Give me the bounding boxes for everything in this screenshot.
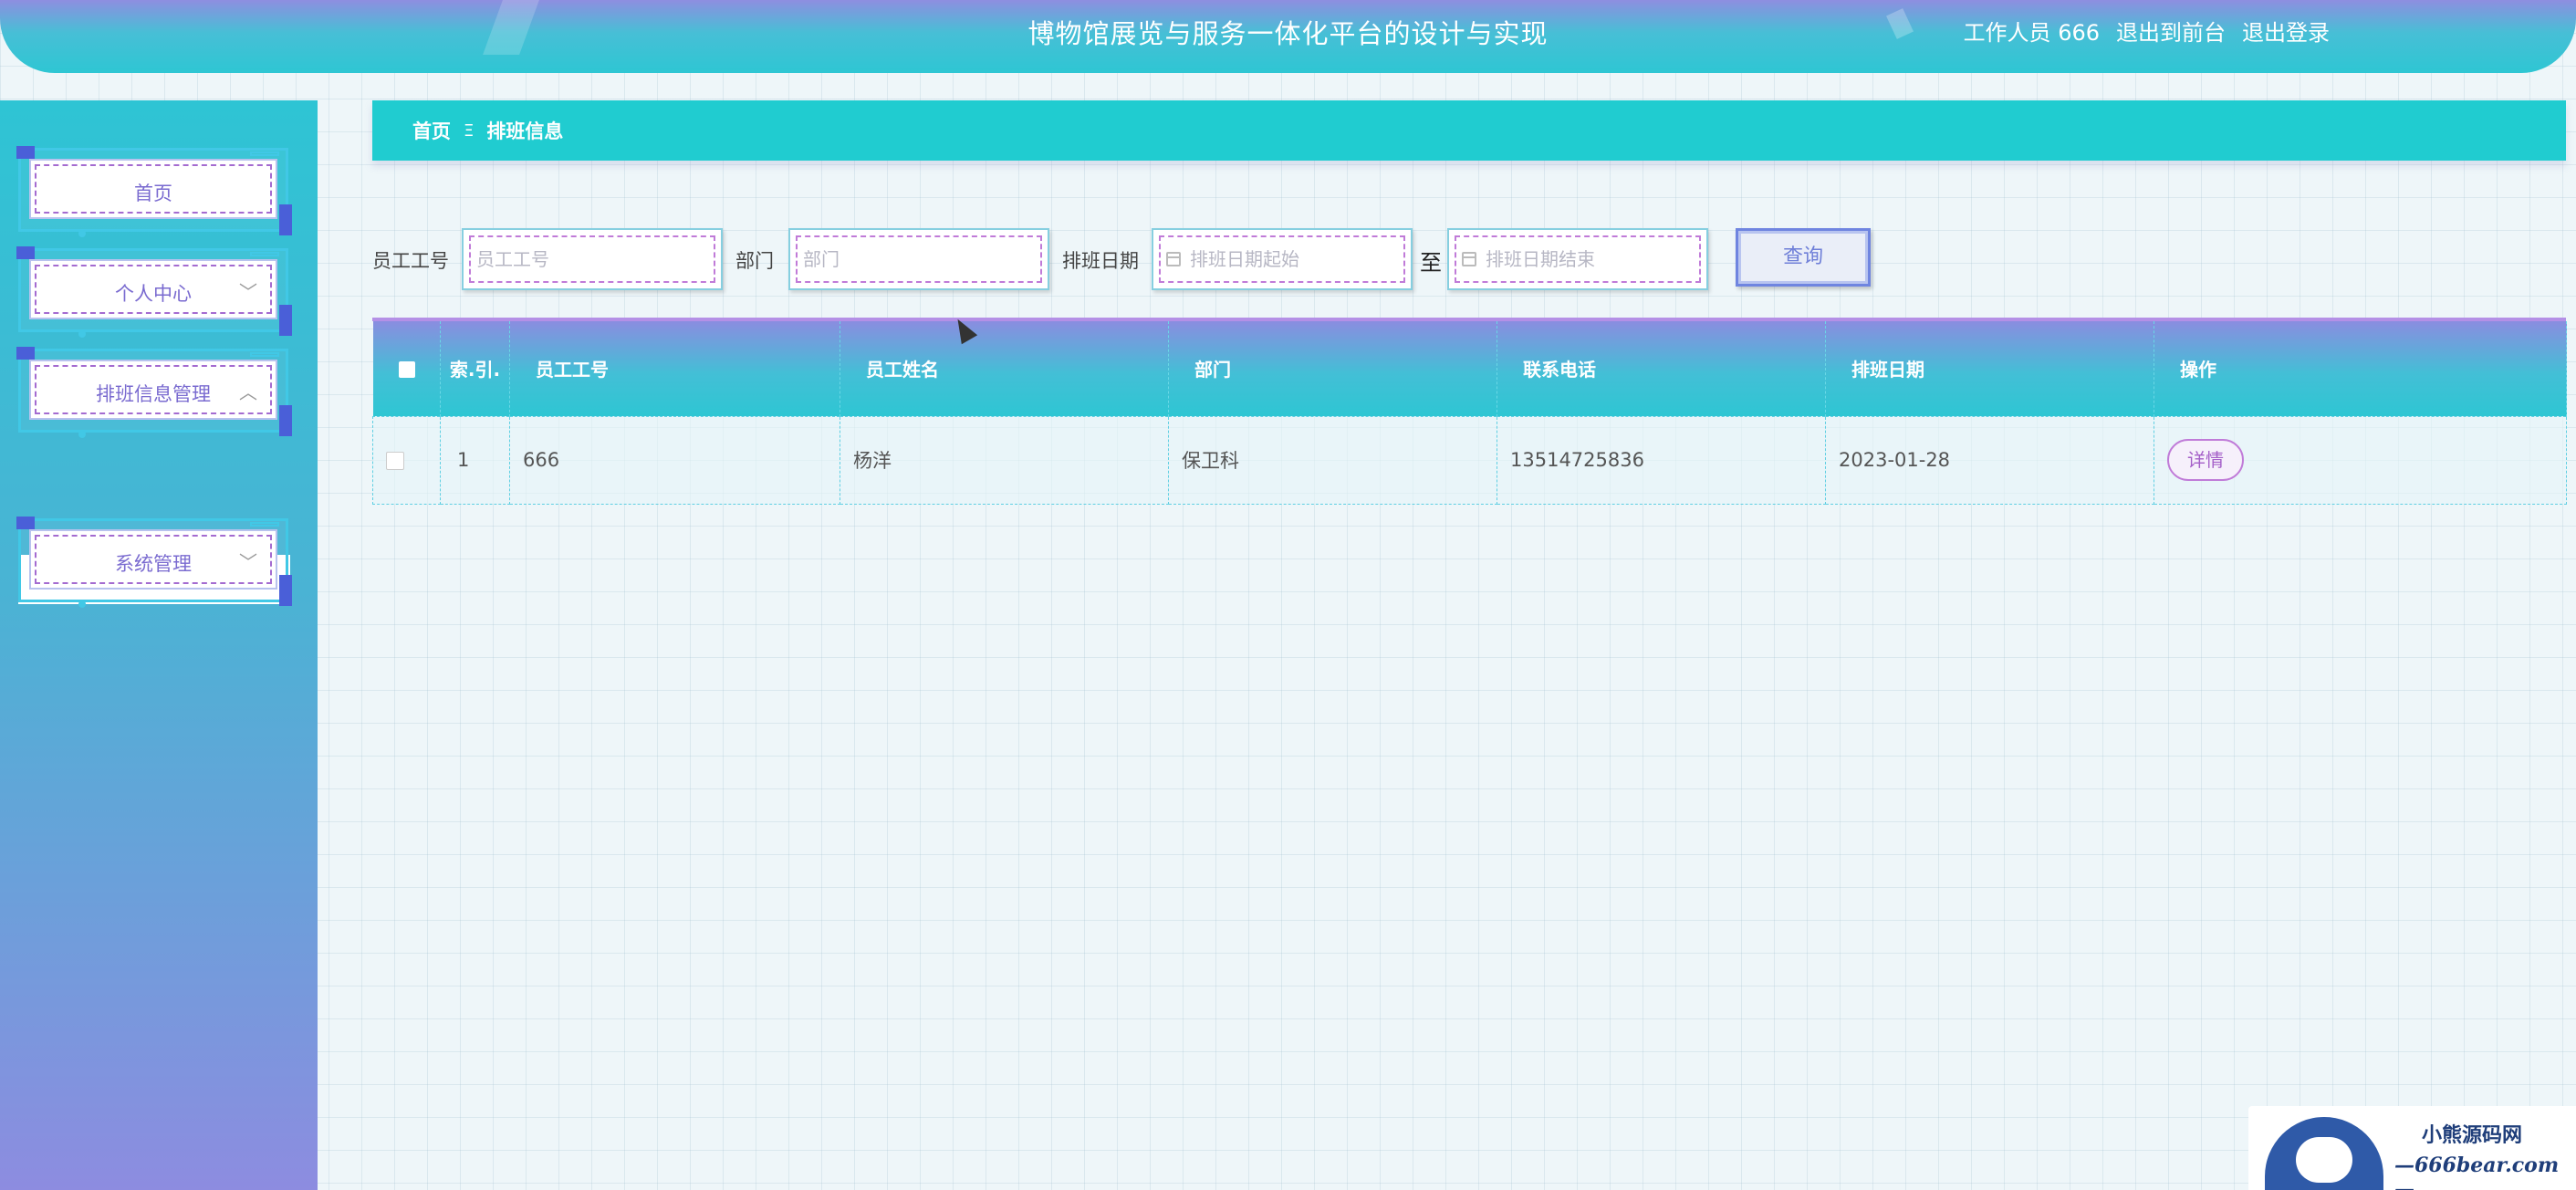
dept-field[interactable] [788, 228, 1049, 290]
watermark-title: 小熊源码网 [2422, 1123, 2523, 1147]
row-checkbox[interactable] [386, 452, 404, 470]
front-link[interactable]: 退出到前台 [2116, 15, 2226, 47]
watermark-logo: 小熊源码网 —666bear.com— [2248, 1106, 2576, 1190]
column-header: 联系电话 [1497, 321, 1826, 416]
dept-input[interactable] [803, 241, 1035, 277]
dept-cell: 保卫科 [1168, 415, 1497, 505]
sidebar: 首页 个人中心 ﹀ 排班信息管理 ︿ 排班信息 [0, 100, 318, 1190]
user-label: 工作人员 666 [1963, 20, 2100, 46]
employee-name-cell: 杨洋 [840, 415, 1169, 505]
table-row: 1 666 杨洋 保卫科 13514725836 2023-01-28 详情 [372, 415, 2567, 505]
row-select-cell[interactable] [372, 415, 441, 505]
date-end-field[interactable] [1447, 228, 1708, 290]
logout-link[interactable]: 退出登录 [2242, 15, 2330, 47]
top-header: 博物馆展览与服务一体化平台的设计与实现 工作人员 666 退出到前台 退出登录 [0, 0, 2576, 73]
column-header: 排班日期 [1825, 321, 2154, 416]
table-header-row: 索.引. 员工工号 员工姓名 部门 联系电话 排班日期 操作 [372, 321, 2567, 416]
calendar-icon [1462, 252, 1476, 266]
dept-label: 部门 [735, 250, 774, 272]
query-button[interactable]: 查询 [1736, 228, 1871, 287]
breadcrumb-home[interactable]: 首页 [412, 117, 451, 144]
column-header: 员工姓名 [840, 321, 1169, 416]
watermark-url: —666bear.com— [2394, 1153, 2560, 1190]
date-cell: 2023-01-28 [1825, 415, 2154, 505]
schedule-table: 索.引. 员工工号 员工姓名 部门 联系电话 排班日期 操作 1 666 杨洋 … [372, 318, 2567, 505]
column-header: 部门 [1168, 321, 1497, 416]
header-user-area: 工作人员 666 退出到前台 退出登录 [1964, 15, 2330, 47]
index-cell: 1 [440, 415, 510, 505]
breadcrumb-current: 排班信息 [486, 120, 564, 142]
chevron-down-icon: ﹀ [239, 551, 257, 573]
phone-cell: 13514725836 [1497, 415, 1826, 505]
detail-button[interactable]: 详情 [2167, 439, 2244, 481]
employee-id-field[interactable] [462, 228, 723, 290]
calendar-icon [1166, 252, 1181, 266]
sidebar-item-label: 首页 [134, 183, 172, 204]
date-start-field[interactable] [1152, 228, 1413, 290]
date-start-input[interactable] [1190, 241, 1398, 277]
breadcrumb-separator: Ξ [464, 120, 475, 141]
chevron-down-icon: ﹀ [239, 281, 257, 303]
page-background [0, 0, 2576, 1190]
date-range-to: 至 [1420, 250, 1442, 276]
select-all-checkbox[interactable] [398, 361, 415, 379]
sidebar-item-personal-center[interactable]: 个人中心 ﹀ [16, 246, 292, 338]
sidebar-item-schedule-management[interactable]: 排班信息管理 ︿ [16, 347, 292, 438]
column-header: 索.引. [440, 321, 510, 416]
date-label: 排班日期 [1062, 250, 1139, 272]
action-cell: 详情 [2154, 415, 2567, 505]
sidebar-item-home[interactable]: 首页 [16, 146, 292, 237]
bear-logo-icon [2265, 1117, 2383, 1190]
employee-id-cell: 666 [509, 415, 840, 505]
employee-id-label: 员工工号 [372, 250, 449, 272]
column-header: 操作 [2154, 321, 2567, 416]
breadcrumb: 首页 Ξ 排班信息 [372, 100, 2566, 161]
select-all-cell[interactable] [372, 321, 441, 416]
column-header: 员工工号 [509, 321, 840, 416]
chevron-up-icon: ︿ [239, 381, 257, 403]
date-end-input[interactable] [1486, 241, 1694, 277]
employee-id-input[interactable] [476, 241, 708, 277]
sidebar-item-system[interactable]: 系统管理 ﹀ [16, 517, 292, 608]
